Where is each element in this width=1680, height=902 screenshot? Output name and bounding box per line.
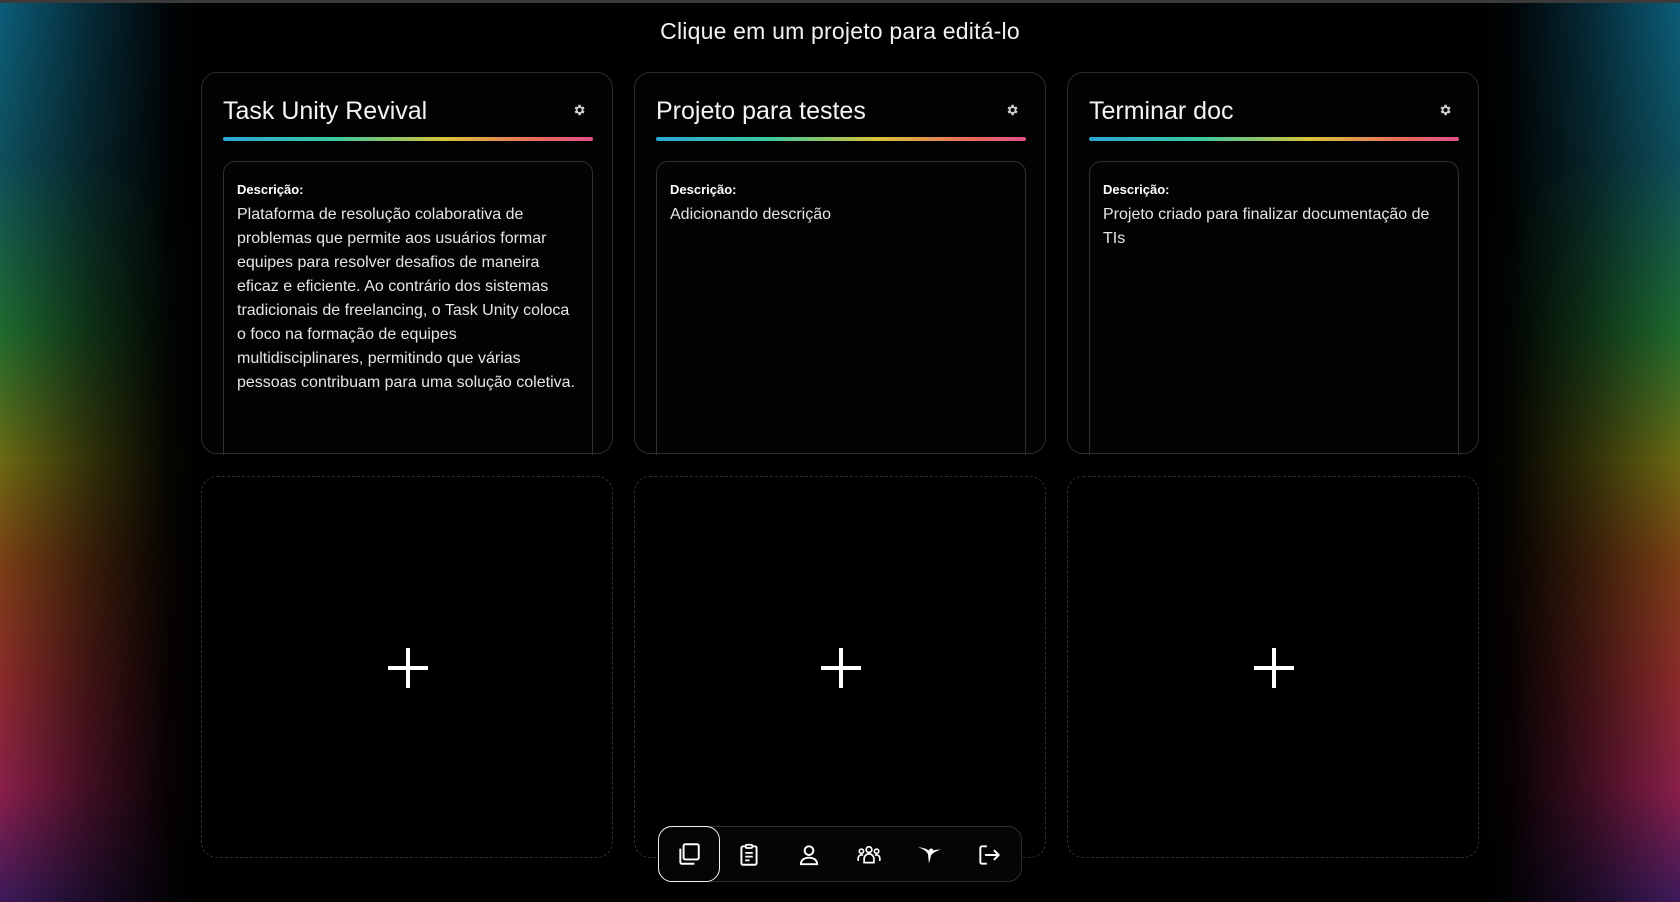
logout-icon: [979, 845, 1000, 865]
description-box: Descrição: Adicionando descrição: [656, 161, 1026, 455]
team-icon: [857, 845, 881, 864]
project-card[interactable]: Terminar doc Descrição: Projeto criado p…: [1067, 72, 1479, 455]
dock-logout-button[interactable]: [959, 827, 1019, 883]
add-project-button[interactable]: [1067, 476, 1479, 858]
user-icon: [799, 845, 819, 866]
project-title: Task Unity Revival: [223, 97, 428, 125]
title-underline: [1089, 137, 1459, 141]
projects-icon: [679, 843, 700, 865]
plus-icon: [821, 648, 861, 688]
gear-icon[interactable]: [1005, 103, 1019, 117]
description-label: Descrição:: [1103, 182, 1170, 197]
hummingbird-icon: [918, 847, 941, 864]
description-label: Descrição:: [670, 182, 737, 197]
add-project-button[interactable]: [201, 476, 613, 858]
dock-tasks-button[interactable]: [719, 827, 779, 883]
description-box: Descrição: Plataforma de resolução colab…: [223, 161, 593, 455]
top-border: [0, 0, 1680, 3]
description-text: Adicionando descrição: [670, 206, 831, 223]
dock-hummingbird-button[interactable]: [899, 827, 959, 883]
dock-projects-button[interactable]: [658, 826, 720, 882]
page-instruction: Clique em um projeto para editá-lo: [660, 18, 1020, 44]
project-title: Projeto para testes: [656, 97, 866, 125]
description-label: Descrição:: [237, 182, 304, 197]
clipboard-icon: [740, 843, 758, 866]
gear-icon[interactable]: [1438, 103, 1452, 117]
gear-icon[interactable]: [572, 103, 586, 117]
description-text: Projeto criado para finalizar documentaç…: [1103, 206, 1430, 247]
dock-profile-button[interactable]: [779, 827, 839, 883]
plus-icon: [388, 648, 428, 688]
project-card[interactable]: Task Unity Revival Descrição: Plataforma…: [201, 72, 613, 455]
project-card[interactable]: Projeto para testes Descrição: Adicionan…: [634, 72, 1046, 455]
description-box: Descrição: Projeto criado para finalizar…: [1089, 161, 1459, 455]
dock-teams-button[interactable]: [839, 827, 899, 883]
bottom-dock: [658, 826, 1022, 882]
plus-icon: [1254, 648, 1294, 688]
add-project-button[interactable]: [634, 476, 1046, 858]
project-title: Terminar doc: [1089, 97, 1234, 125]
title-underline: [223, 137, 593, 141]
description-text: Plataforma de resolução colaborativa de …: [237, 206, 575, 391]
title-underline: [656, 137, 1026, 141]
